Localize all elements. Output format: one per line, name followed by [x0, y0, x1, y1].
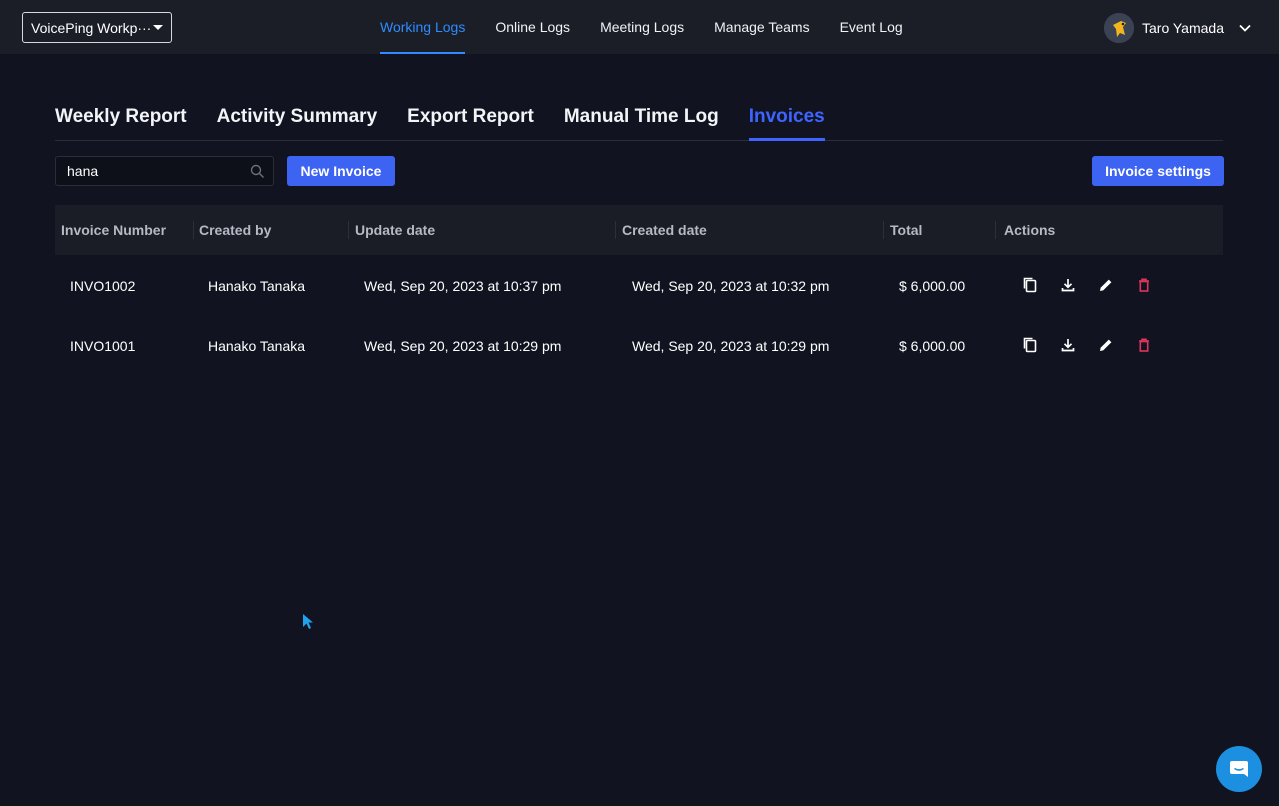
delete-icon[interactable]	[1135, 336, 1153, 354]
edit-icon[interactable]	[1097, 276, 1115, 294]
table-header: Invoice Number Created by Update date Cr…	[55, 205, 1223, 255]
chat-launcher-button[interactable]	[1216, 746, 1262, 792]
report-tabs: Weekly Report Activity Summary Export Re…	[55, 98, 1223, 141]
tab-activity-summary[interactable]: Activity Summary	[217, 98, 378, 140]
cell-total: $ 6,000.00	[899, 338, 966, 354]
delete-icon[interactable]	[1135, 276, 1153, 294]
cell-invoice-number: INVO1001	[70, 338, 136, 354]
header-divider	[615, 205, 616, 255]
top-navbar: VoicePing Workp··· Working Logs Online L…	[0, 0, 1280, 54]
nav-meeting-logs[interactable]: Meeting Logs	[585, 0, 699, 54]
header-divider	[995, 205, 996, 255]
download-icon[interactable]	[1059, 276, 1077, 294]
edit-icon[interactable]	[1097, 336, 1115, 354]
copy-icon[interactable]	[1021, 276, 1039, 294]
tab-export-report[interactable]: Export Report	[407, 98, 534, 140]
search-input[interactable]	[56, 157, 273, 185]
caret-down-icon	[153, 25, 163, 30]
invoice-table: Invoice Number Created by Update date Cr…	[55, 205, 1223, 375]
nav-event-log[interactable]: Event Log	[825, 0, 918, 54]
cell-created-by: Hanako Tanaka	[208, 338, 306, 354]
table-row: INVO1002 Hanako Tanaka Wed, Sep 20, 2023…	[55, 255, 1223, 315]
header-divider	[348, 205, 349, 255]
cell-update-date: Wed, Sep 20, 2023 at 10:29 pm	[364, 338, 562, 354]
tab-manual-time-log[interactable]: Manual Time Log	[564, 98, 719, 140]
search-icon	[250, 164, 264, 178]
header-created-by[interactable]: Created by	[199, 205, 271, 255]
row-actions	[1021, 276, 1153, 294]
invoice-settings-button[interactable]: Invoice settings	[1092, 156, 1224, 186]
chevron-down-icon	[1239, 24, 1251, 32]
cell-created-by: Hanako Tanaka	[208, 278, 306, 294]
nav-online-logs[interactable]: Online Logs	[480, 0, 585, 54]
cell-created-date: Wed, Sep 20, 2023 at 10:29 pm	[632, 338, 830, 354]
header-actions: Actions	[1004, 222, 1056, 238]
user-menu[interactable]: Taro Yamada	[1104, 12, 1252, 43]
header-created-date[interactable]: Created date	[622, 205, 707, 255]
header-divider	[193, 205, 194, 255]
cell-created-date: Wed, Sep 20, 2023 at 10:32 pm	[632, 278, 830, 294]
nav-working-logs[interactable]: Working Logs	[365, 0, 480, 54]
chat-icon	[1230, 761, 1248, 777]
user-name: Taro Yamada	[1142, 19, 1224, 36]
cell-update-date: Wed, Sep 20, 2023 at 10:37 pm	[364, 278, 562, 294]
header-divider	[883, 205, 884, 255]
header-total[interactable]: Total	[890, 205, 922, 255]
cell-total: $ 6,000.00	[899, 278, 966, 294]
workspace-select[interactable]: VoicePing Workp···	[22, 12, 172, 43]
download-icon[interactable]	[1059, 336, 1077, 354]
main-nav: Working Logs Online Logs Meeting Logs Ma…	[365, 0, 918, 54]
new-invoice-button[interactable]: New Invoice	[287, 156, 395, 186]
header-invoice-number[interactable]: Invoice Number	[61, 205, 166, 255]
workspace-label: VoicePing Workp···	[31, 19, 152, 36]
row-actions	[1021, 336, 1153, 354]
tab-weekly-report[interactable]: Weekly Report	[55, 98, 187, 140]
cell-invoice-number: INVO1002	[70, 278, 136, 294]
table-row: INVO1001 Hanako Tanaka Wed, Sep 20, 2023…	[55, 315, 1223, 375]
nav-manage-teams[interactable]: Manage Teams	[699, 0, 824, 54]
bird-avatar-icon	[1104, 12, 1135, 43]
tab-invoices[interactable]: Invoices	[748, 98, 825, 141]
search-box	[55, 156, 274, 186]
mouse-cursor-icon	[303, 614, 313, 629]
header-update-date[interactable]: Update date	[355, 205, 435, 255]
avatar	[1104, 12, 1135, 43]
copy-icon[interactable]	[1021, 336, 1039, 354]
